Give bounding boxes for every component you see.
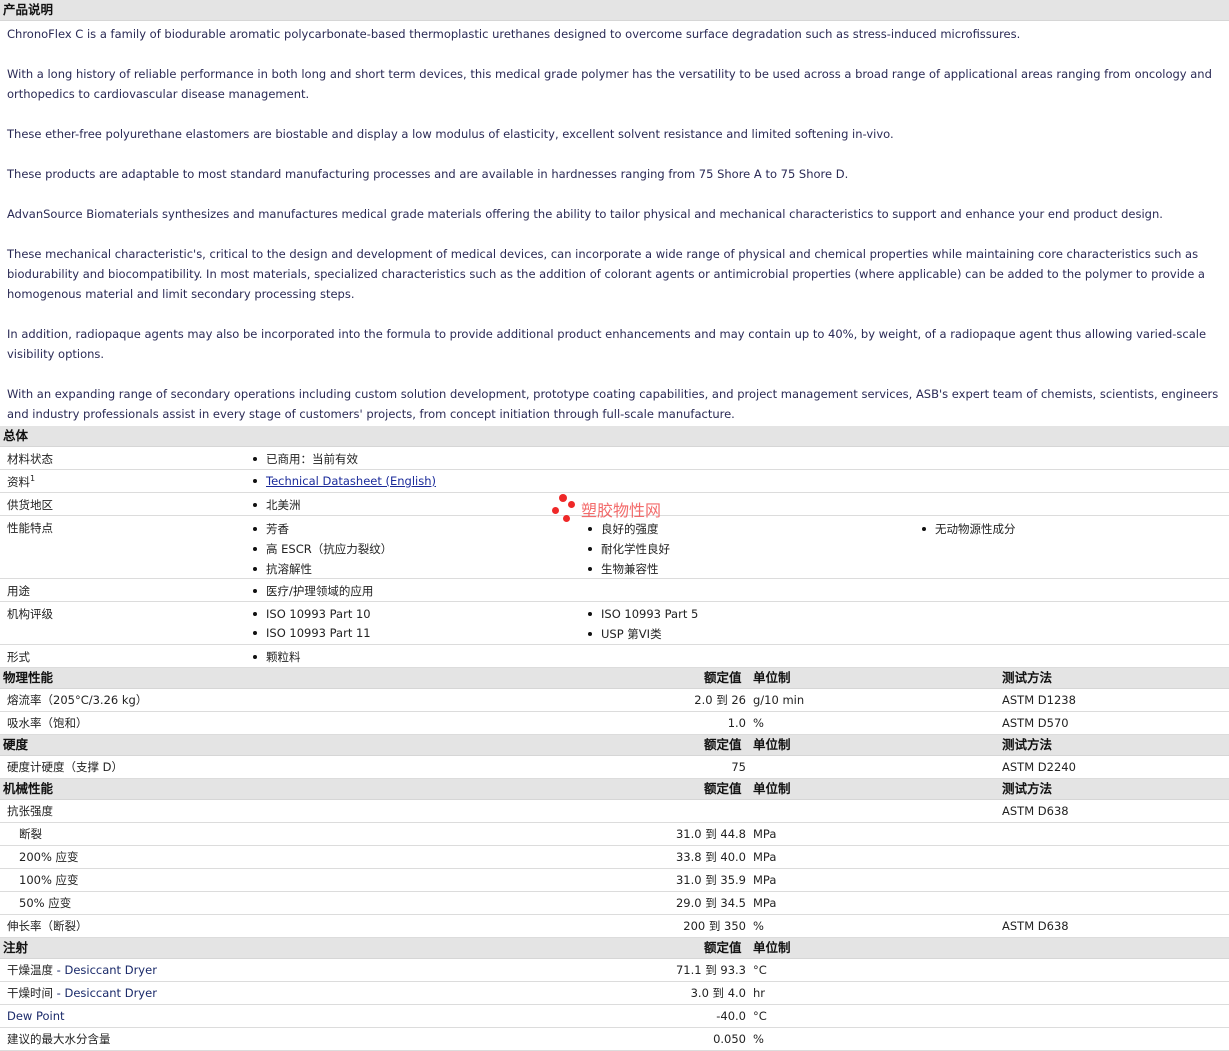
description-paragraph: With an expanding range of secondary ope… bbox=[7, 387, 1219, 421]
bullet-item: 已商用：当前有效 bbox=[253, 451, 358, 467]
row-documents: 资料1 Technical Datasheet (English) bbox=[0, 470, 1229, 493]
datasheet-link[interactable]: Technical Datasheet (English) bbox=[266, 474, 436, 488]
section-title: 总体 bbox=[3, 428, 29, 443]
row-label: 材料状态 bbox=[7, 452, 53, 466]
row-form: 形式 颗粒料 bbox=[0, 645, 1229, 668]
bullet-item: USP 第VI类 bbox=[588, 626, 662, 642]
description-paragraph: AdvanSource Biomaterials synthesizes and… bbox=[7, 207, 1163, 221]
row-label: 性能特点 bbox=[7, 521, 53, 535]
watermark-logo: 塑胶物性网 bbox=[551, 494, 691, 534]
row-uses: 用途 医疗/护理领域的应用 bbox=[0, 579, 1229, 602]
bullet-item: ISO 10993 Part 11 bbox=[253, 626, 371, 640]
row-label: 形式 bbox=[7, 650, 30, 664]
property-row: 建议的最大水分含量 0.050 % bbox=[0, 1028, 1229, 1051]
description-body: ChronoFlex C is a family of biodurable a… bbox=[0, 21, 1229, 424]
section-title: 产品说明 bbox=[3, 2, 54, 17]
bullet-item: 无动物源性成分 bbox=[922, 521, 1016, 537]
bullet-item: 医疗/护理领域的应用 bbox=[253, 583, 373, 599]
bullet-item: 抗溶解性 bbox=[253, 561, 312, 577]
watermark-text: 塑胶物性网 bbox=[581, 501, 662, 520]
description-paragraph: With a long history of reliable performa… bbox=[7, 67, 1212, 101]
section-header-hardness: 硬度 额定值 单位制 测试方法 bbox=[0, 735, 1229, 756]
description-paragraph: These products are adaptable to most sta… bbox=[7, 167, 849, 181]
property-row: 抗张强度 ASTM D638 bbox=[0, 800, 1229, 823]
property-row: 熔流率（205°C/3.26 kg） 2.0 到 26 g/10 min AST… bbox=[0, 689, 1229, 712]
description-paragraph: These mechanical characteristic's, criti… bbox=[7, 247, 1205, 301]
section-title: 物理性能 bbox=[3, 670, 54, 685]
bullet-item: 芳香 bbox=[253, 521, 289, 537]
bullet-item: 颗粒料 bbox=[253, 649, 301, 665]
property-row: 干燥温度 - Desiccant Dryer 71.1 到 93.3 °C bbox=[0, 959, 1229, 982]
bullet-item: ISO 10993 Part 5 bbox=[588, 607, 698, 621]
property-subrow: 200% 应变 33.8 到 40.0 MPa bbox=[0, 846, 1229, 869]
bullet-item: ISO 10993 Part 10 bbox=[253, 607, 371, 621]
section-header-description: 产品说明 bbox=[0, 0, 1229, 21]
row-label: 供货地区 bbox=[7, 498, 53, 512]
description-paragraph: These ether-free polyurethane elastomers… bbox=[7, 127, 894, 141]
section-title: 硬度 bbox=[3, 737, 29, 752]
row-label: 机构评级 bbox=[7, 607, 53, 621]
property-row: Dew Point -40.0 °C bbox=[0, 1005, 1229, 1028]
row-label: 资料1 bbox=[7, 474, 36, 489]
row-agency: 机构评级 ISO 10993 Part 10 ISO 10993 Part 5 … bbox=[0, 602, 1229, 645]
property-row: 吸水率（饱和） 1.0 % ASTM D570 bbox=[0, 712, 1229, 735]
bullet-item: 北美洲 bbox=[253, 497, 301, 513]
section-header-injection: 注射 额定值 单位制 bbox=[0, 938, 1229, 959]
header-method: 测试方法 bbox=[1002, 670, 1053, 685]
bullet-text: 已商用：当前有效 bbox=[266, 452, 358, 466]
property-row: 干燥时间 - Desiccant Dryer 3.0 到 4.0 hr bbox=[0, 982, 1229, 1005]
bullet-item: Technical Datasheet (English) bbox=[253, 474, 436, 488]
row-material-status: 材料状态 已商用：当前有效 bbox=[0, 447, 1229, 470]
bullet-item: 生物兼容性 bbox=[588, 561, 659, 577]
row-label: 用途 bbox=[7, 584, 30, 598]
property-subrow: 100% 应变 31.0 到 35.9 MPa bbox=[0, 869, 1229, 892]
section-header-physical: 物理性能 额定值 单位制 测试方法 bbox=[0, 668, 1229, 689]
section-title: 机械性能 bbox=[3, 781, 54, 796]
header-nominal: 额定值 bbox=[704, 670, 742, 685]
section-title: 注射 bbox=[3, 940, 29, 955]
property-row: 硬度计硬度（支撑 D） 75 ASTM D2240 bbox=[0, 756, 1229, 779]
property-subrow: 50% 应变 29.0 到 34.5 MPa bbox=[0, 892, 1229, 915]
description-paragraph: In addition, radiopaque agents may also … bbox=[7, 327, 1207, 361]
bullet-item: 高 ESCR（抗应力裂纹） bbox=[253, 541, 392, 557]
description-paragraph: ChronoFlex C is a family of biodurable a… bbox=[7, 27, 1021, 41]
property-row: 伸长率（断裂） 200 到 350 % ASTM D638 bbox=[0, 915, 1229, 938]
section-header-general: 总体 bbox=[0, 426, 1229, 447]
header-unit: 单位制 bbox=[753, 670, 791, 685]
bullet-item: 耐化学性良好 bbox=[588, 541, 670, 557]
section-header-mechanical: 机械性能 额定值 单位制 测试方法 bbox=[0, 779, 1229, 800]
property-subrow: 断裂 31.0 到 44.8 MPa bbox=[0, 823, 1229, 846]
